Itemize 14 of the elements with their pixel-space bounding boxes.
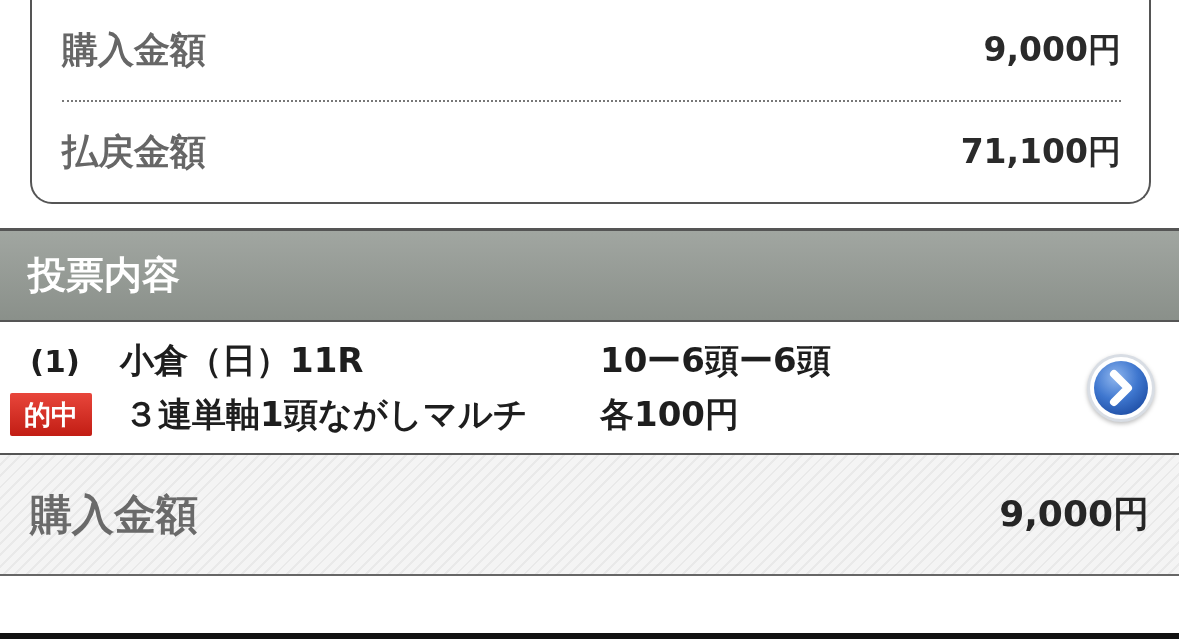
summary-value: 71,100円 bbox=[960, 130, 1121, 173]
bet-number: (1) bbox=[30, 342, 80, 379]
hit-badge: 的中 bbox=[10, 393, 92, 436]
bet-combination: 10ー6頭ー6頭 bbox=[600, 338, 832, 382]
total-label: 購入金額 bbox=[30, 488, 198, 541]
bet-amount: 各100円 bbox=[600, 392, 740, 436]
total-value: 9,000円 bbox=[999, 492, 1149, 536]
summary-label: 払戻金額 bbox=[62, 129, 206, 174]
bet-type: ３連単軸1頭ながしマルチ bbox=[124, 392, 529, 436]
summary-label: 購入金額 bbox=[62, 27, 206, 72]
race-name: 小倉（日）11R bbox=[120, 338, 365, 382]
section-title: 投票内容 bbox=[28, 252, 180, 299]
summary-value: 9,000円 bbox=[983, 28, 1121, 71]
chevron-right-icon[interactable] bbox=[1085, 351, 1157, 424]
